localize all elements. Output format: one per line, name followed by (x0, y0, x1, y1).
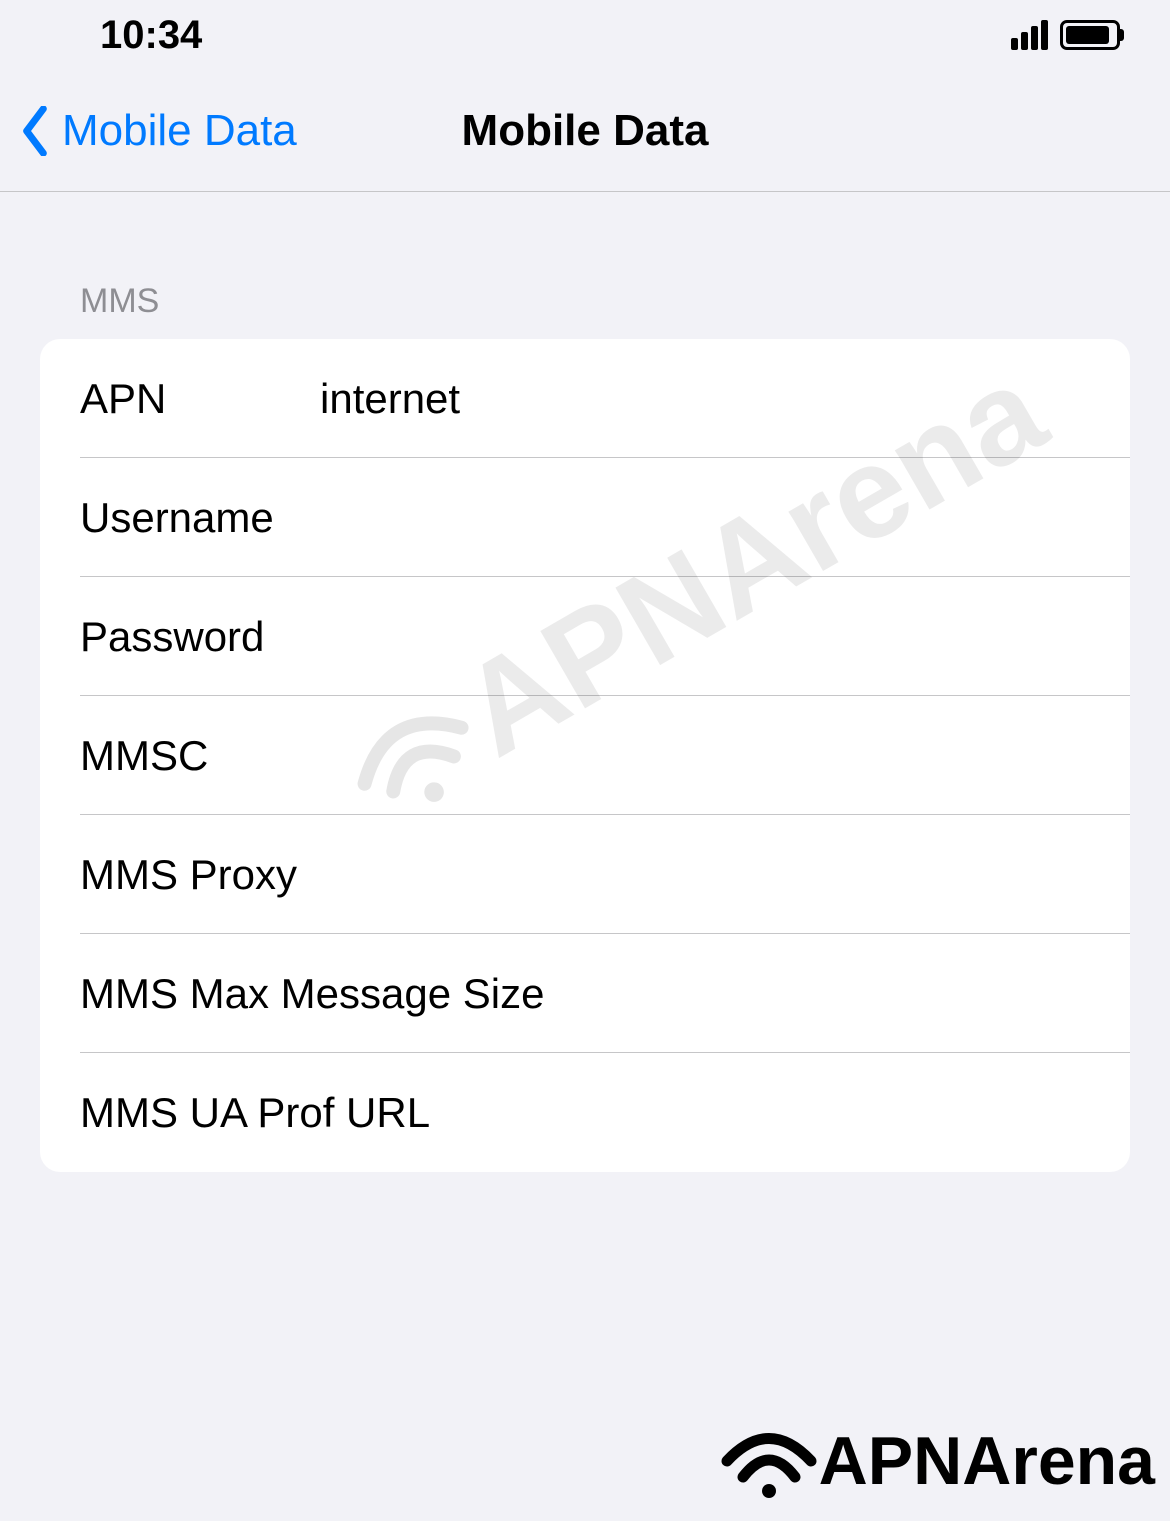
row-label-mmsc: MMSC (80, 732, 320, 780)
password-input[interactable] (320, 613, 1130, 661)
status-time: 10:34 (100, 13, 202, 58)
mms-max-size-input[interactable] (589, 970, 1130, 1018)
mms-proxy-input[interactable] (589, 851, 1130, 899)
row-label-mms-proxy: MMS Proxy (80, 851, 589, 899)
settings-group-mms: APN Username Password MMSC MMS Proxy MMS… (40, 339, 1130, 1172)
wifi-icon (719, 1421, 819, 1501)
row-mms-proxy[interactable]: MMS Proxy (40, 815, 1130, 934)
battery-icon (1060, 20, 1120, 50)
mmsc-input[interactable] (320, 732, 1130, 780)
apn-input[interactable] (320, 375, 1130, 423)
row-username[interactable]: Username (40, 458, 1130, 577)
row-password[interactable]: Password (40, 577, 1130, 696)
nav-header: Mobile Data Mobile Data (0, 70, 1170, 192)
page-title: Mobile Data (462, 106, 709, 156)
row-mmsc[interactable]: MMSC (40, 696, 1130, 815)
mms-ua-prof-input[interactable] (589, 1089, 1130, 1137)
row-label-apn: APN (80, 375, 320, 423)
row-mms-max-size[interactable]: MMS Max Message Size (40, 934, 1130, 1053)
username-input[interactable] (320, 494, 1130, 542)
cellular-signal-icon (1011, 20, 1048, 50)
back-button[interactable]: Mobile Data (0, 106, 297, 156)
footer-logo: APNArena (719, 1421, 1155, 1501)
row-label-mms-max-size: MMS Max Message Size (80, 970, 589, 1018)
row-label-mms-ua-prof: MMS UA Prof URL (80, 1089, 589, 1137)
row-apn[interactable]: APN (40, 339, 1130, 458)
status-bar: 10:34 (0, 0, 1170, 70)
status-icons (1011, 20, 1120, 50)
back-label: Mobile Data (62, 106, 297, 156)
row-mms-ua-prof[interactable]: MMS UA Prof URL (40, 1053, 1130, 1172)
row-label-password: Password (80, 613, 320, 661)
section-header-mms: MMS (0, 192, 1170, 339)
row-label-username: Username (80, 494, 320, 542)
chevron-left-icon (20, 106, 50, 156)
